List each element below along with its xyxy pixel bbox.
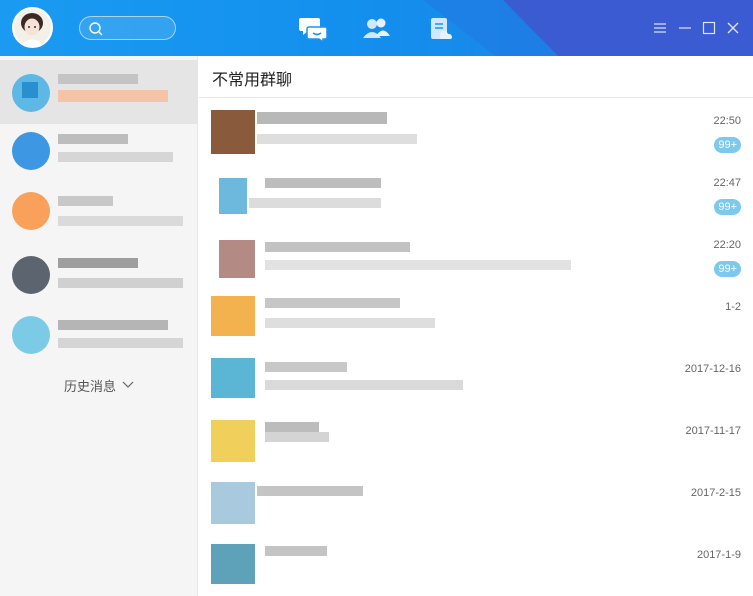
title-bar: [0, 0, 753, 56]
history-messages-link[interactable]: 历史消息: [0, 376, 198, 395]
search-input[interactable]: [79, 16, 176, 40]
list-item[interactable]: 22:50 99+: [199, 104, 753, 166]
timestamp: 22:50: [713, 115, 741, 127]
history-label: 历史消息: [63, 379, 116, 394]
contacts-icon: [363, 18, 390, 38]
menu-icon[interactable]: [652, 20, 668, 36]
notes-icon: [431, 18, 452, 39]
timestamp: 2017-2-15: [690, 487, 741, 499]
timestamp: 2017-11-17: [685, 425, 741, 437]
avatar: [211, 110, 255, 154]
maximize-icon[interactable]: [701, 20, 717, 36]
sidebar-conversation-list: 历史消息: [0, 56, 198, 596]
divider: [199, 97, 753, 98]
sidebar-item[interactable]: [0, 124, 198, 188]
unread-badge: 99+: [714, 199, 741, 215]
avatar: [219, 178, 247, 214]
avatar: [12, 256, 50, 294]
unread-badge: 99+: [714, 261, 741, 277]
message-tab[interactable]: [298, 14, 330, 44]
search-icon: [89, 22, 103, 36]
list-item[interactable]: 1-2: [199, 290, 753, 352]
avatar: [211, 420, 255, 462]
notes-tab[interactable]: [424, 14, 456, 44]
list-item[interactable]: 2017-12-16: [199, 352, 753, 414]
unread-badge: 99+: [714, 137, 741, 153]
timestamp: 22:47: [713, 177, 741, 189]
list-item[interactable]: 22:20 99+: [199, 228, 753, 290]
sidebar-item[interactable]: [0, 252, 198, 316]
avatar: [211, 296, 255, 336]
page-title: 不常用群聊: [212, 72, 293, 89]
list-item[interactable]: 2017-2-15: [199, 476, 753, 538]
sidebar-item[interactable]: [0, 186, 198, 250]
list-item[interactable]: 2017-1-9: [199, 538, 753, 596]
avatar: [12, 132, 50, 170]
avatar: [12, 316, 50, 354]
timestamp: 2017-1-9: [696, 549, 741, 561]
list-item[interactable]: 22:47 99+: [199, 166, 753, 228]
group-chat-panel: 不常用群聊 22:50 99+ 22:47 99+ 22:20 99+ 1-2 …: [199, 56, 753, 596]
timestamp: 2017-12-16: [684, 363, 741, 375]
avatar: [211, 358, 255, 398]
chevron-down-icon: [122, 377, 134, 392]
minimize-icon[interactable]: [677, 20, 693, 36]
sidebar-item[interactable]: [0, 312, 198, 376]
app-window: 历史消息 不常用群聊 22:50 99+ 22:47 99+ 22:20 99+…: [0, 0, 753, 596]
timestamp: 1-2: [725, 301, 741, 313]
contacts-tab[interactable]: [360, 14, 392, 44]
list-item[interactable]: 2017-11-17: [199, 414, 753, 476]
timestamp: 22:20: [713, 239, 741, 251]
avatar: [211, 482, 255, 524]
avatar: [211, 544, 255, 584]
user-avatar[interactable]: [12, 7, 53, 48]
close-icon[interactable]: [725, 20, 741, 36]
avatar: [12, 192, 50, 230]
avatar: [219, 240, 255, 278]
message-icon: [299, 18, 328, 43]
sidebar-item[interactable]: [0, 60, 198, 124]
